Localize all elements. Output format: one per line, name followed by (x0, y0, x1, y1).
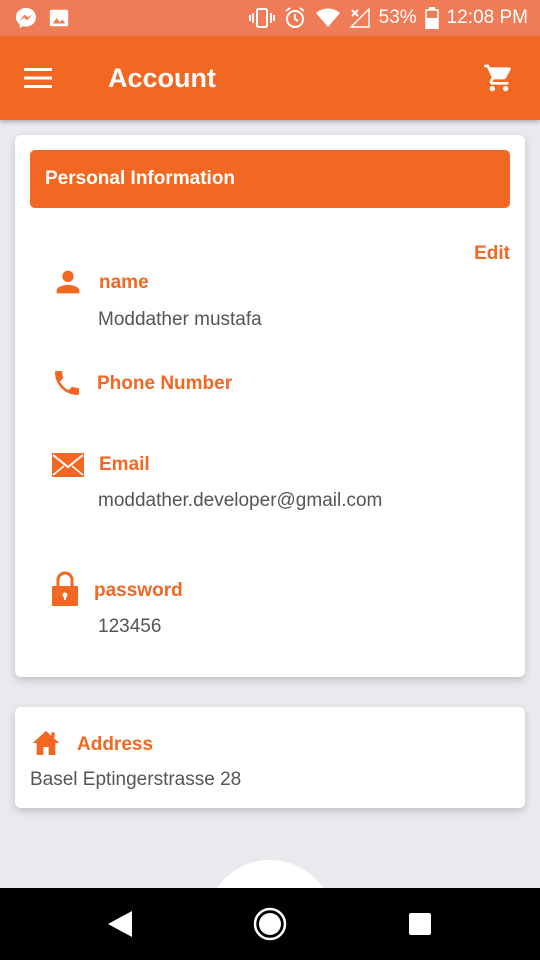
personal-info-header: Personal Information (30, 150, 510, 208)
phone-icon (51, 367, 83, 399)
messenger-icon (14, 6, 38, 30)
name-label: name (99, 272, 149, 293)
home-circle-icon (253, 907, 287, 941)
app-bar: Account (0, 36, 540, 120)
recents-icon (409, 913, 431, 935)
signal-icon (348, 7, 371, 29)
person-icon (51, 265, 85, 299)
mail-icon (51, 451, 85, 479)
image-icon (48, 7, 70, 29)
recents-button[interactable] (390, 888, 450, 960)
clock-time: 12:08 PM (446, 7, 528, 28)
address-label: Address (77, 734, 154, 755)
lock-icon (51, 571, 79, 607)
battery-icon (424, 7, 439, 29)
phone-label: Phone Number (97, 373, 233, 394)
password-label: password (94, 580, 183, 601)
password-value: 123456 (98, 616, 162, 637)
home-button[interactable] (240, 888, 300, 960)
back-icon (108, 911, 132, 937)
wifi-icon (315, 7, 341, 29)
cart-button[interactable] (482, 61, 516, 95)
system-nav-bar (0, 888, 540, 960)
shopping-cart-icon (484, 64, 511, 92)
name-value: Moddather mustafa (98, 309, 262, 330)
page-title: Account (108, 62, 216, 93)
back-button[interactable] (90, 888, 150, 960)
alarm-icon (283, 6, 307, 30)
email-value: moddather.developer@gmail.com (98, 490, 383, 511)
email-label: Email (99, 454, 150, 475)
status-bar: 53% 12:08 PM (0, 0, 540, 36)
address-card[interactable]: Address Basel Eptingerstrasse 28 (15, 707, 525, 808)
personal-info-card: Personal Information Edit name Moddather… (15, 135, 525, 677)
address-value: Basel Eptingerstrasse 28 (30, 769, 242, 790)
battery-percent: 53% (378, 7, 417, 28)
home-icon (30, 727, 62, 759)
hamburger-menu-icon (24, 68, 52, 88)
edit-button[interactable]: Edit (474, 243, 510, 265)
vibrate-icon (248, 7, 275, 29)
menu-button[interactable] (23, 63, 53, 93)
